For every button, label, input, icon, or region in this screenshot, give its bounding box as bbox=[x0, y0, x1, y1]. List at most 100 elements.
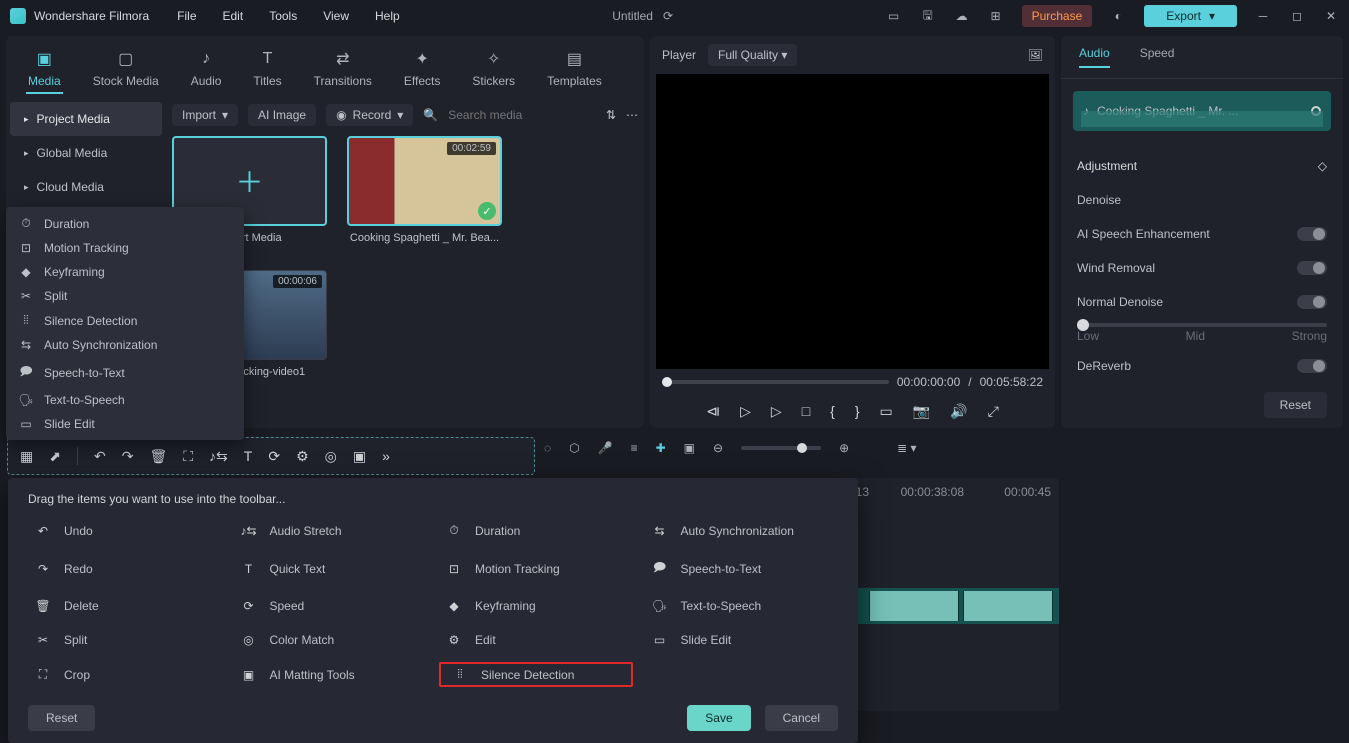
item-duration[interactable]: ⏱Duration bbox=[439, 518, 633, 543]
ai-matting-icon[interactable]: ▣ bbox=[353, 448, 366, 465]
zoom-slider[interactable] bbox=[741, 446, 821, 450]
clip-tile-1[interactable]: 00:02:59 ✓ Cooking Spaghetti _ Mr. Bea..… bbox=[347, 136, 502, 244]
item-audio-stretch[interactable]: ♪⇆Audio Stretch bbox=[234, 518, 428, 543]
more-icon[interactable]: ⋯ bbox=[626, 108, 638, 122]
tab-audio-inspector[interactable]: Audio bbox=[1079, 46, 1110, 68]
redo-icon[interactable]: ↷ bbox=[122, 448, 134, 465]
save-icon[interactable]: 🖫 bbox=[920, 8, 936, 24]
zoom-out-icon[interactable]: ⊖ bbox=[713, 441, 723, 455]
magnet-icon[interactable]: ⬡ bbox=[569, 441, 579, 455]
delete-icon[interactable]: 🗑 bbox=[149, 448, 167, 465]
sidebar-global-media[interactable]: ▸Global Media bbox=[10, 136, 162, 170]
menu-file[interactable]: File bbox=[177, 9, 196, 23]
tab-speed-inspector[interactable]: Speed bbox=[1140, 46, 1175, 68]
item-motion-tracking[interactable]: ⊡Motion Tracking bbox=[439, 553, 633, 584]
prev-frame-icon[interactable]: ⧏ bbox=[706, 403, 720, 420]
purchase-button[interactable]: Purchase bbox=[1022, 5, 1093, 27]
layout-icon[interactable]: ▭ bbox=[886, 8, 902, 24]
tab-stickers[interactable]: ✧Stickers bbox=[470, 44, 517, 94]
timeline-clip[interactable] bbox=[963, 591, 1053, 621]
item-crop[interactable]: ⛶Crop bbox=[28, 662, 222, 687]
crop-icon[interactable]: ⛶ bbox=[183, 448, 193, 465]
tab-stock-media[interactable]: ▢Stock Media bbox=[91, 44, 161, 94]
normal-denoise-toggle[interactable] bbox=[1297, 295, 1327, 309]
minimize-icon[interactable]: ─ bbox=[1255, 9, 1271, 23]
undo-icon[interactable]: ↶ bbox=[94, 448, 106, 465]
ctx-slide-edit[interactable]: ▭Slide Edit bbox=[6, 412, 244, 436]
ctx-silence-detection[interactable]: ⦙⦙Silence Detection bbox=[6, 308, 244, 333]
dereverb-toggle[interactable] bbox=[1297, 359, 1327, 373]
menu-view[interactable]: View bbox=[323, 9, 349, 23]
maximize-icon[interactable]: ◻ bbox=[1289, 9, 1305, 23]
search-input[interactable] bbox=[448, 108, 558, 122]
tab-transitions[interactable]: ⇄Transitions bbox=[312, 44, 374, 94]
ctx-motion-tracking[interactable]: ⊡Motion Tracking bbox=[6, 236, 244, 260]
item-undo[interactable]: ↶Undo bbox=[28, 518, 222, 543]
snapshot-frame-icon[interactable]: 🖼 bbox=[1028, 48, 1043, 62]
audio-clip-chip[interactable]: ♪ Cooking Spaghetti _ Mr. ... bbox=[1073, 91, 1331, 131]
item-auto-sync[interactable]: ⇆Auto Synchronization bbox=[645, 518, 839, 543]
item-slide-edit[interactable]: ▭Slide Edit bbox=[645, 628, 839, 652]
apps-icon[interactable]: ⊞ bbox=[988, 8, 1004, 24]
play-backward-icon[interactable]: ▷ bbox=[740, 403, 751, 420]
quick-text-icon[interactable]: T bbox=[244, 448, 253, 464]
fullscreen-icon[interactable]: ⤢ bbox=[988, 403, 999, 420]
tab-titles[interactable]: TTitles bbox=[251, 44, 283, 94]
speed-icon[interactable]: ⟳ bbox=[268, 448, 280, 465]
tab-templates[interactable]: ▤Templates bbox=[545, 44, 604, 94]
item-delete[interactable]: 🗑Delete bbox=[28, 594, 222, 618]
ctx-duration[interactable]: ⏱Duration bbox=[6, 211, 244, 236]
wind-removal-toggle[interactable] bbox=[1297, 261, 1327, 275]
custom-toolbar-dropzone[interactable]: ▦ ⬈ ↶ ↷ 🗑 ⛶ ♪⇆ T ⟳ ⚙ ◎ ▣ » bbox=[7, 437, 535, 475]
player-viewport[interactable] bbox=[656, 74, 1049, 369]
marker-add-icon[interactable]: ◌ bbox=[544, 441, 551, 455]
cloud-icon[interactable]: ☁ bbox=[954, 8, 970, 24]
ctx-auto-sync[interactable]: ⇆Auto Synchronization bbox=[6, 333, 244, 357]
filter-icon[interactable]: ⇅ bbox=[606, 108, 616, 122]
menu-help[interactable]: Help bbox=[375, 9, 400, 23]
item-silence-detection[interactable]: ⦙⦙Silence Detection bbox=[439, 662, 633, 687]
export-button[interactable]: Export▾ bbox=[1144, 5, 1237, 27]
denoise-header[interactable]: Denoise bbox=[1077, 183, 1327, 217]
import-button[interactable]: Import▾ bbox=[172, 104, 238, 126]
menu-tools[interactable]: Tools bbox=[269, 9, 297, 23]
tab-audio[interactable]: ♪Audio bbox=[189, 44, 224, 94]
customize-cancel-button[interactable]: Cancel bbox=[765, 705, 838, 731]
item-speed[interactable]: ⟳Speed bbox=[234, 594, 428, 618]
snapshot-icon[interactable]: ▣ bbox=[684, 441, 695, 455]
ai-image-button[interactable]: AI Image bbox=[248, 104, 316, 126]
item-ai-matting[interactable]: ▣AI Matting Tools bbox=[234, 662, 428, 687]
stop-icon[interactable]: □ bbox=[802, 403, 810, 420]
volume-icon[interactable]: 🔊 bbox=[950, 403, 967, 420]
diamond-icon[interactable]: ◇ bbox=[1318, 159, 1327, 173]
mic-icon[interactable]: 🎤 bbox=[598, 441, 613, 455]
inspector-reset-button[interactable]: Reset bbox=[1264, 392, 1327, 418]
item-quick-text[interactable]: TQuick Text bbox=[234, 553, 428, 584]
tab-effects[interactable]: ✦Effects bbox=[402, 44, 442, 94]
item-text-to-speech[interactable]: 🗣Text-to-Speech bbox=[645, 594, 839, 618]
record-button[interactable]: ◉Record▾ bbox=[326, 104, 413, 126]
camera-icon[interactable]: 📷 bbox=[913, 403, 930, 420]
customize-save-button[interactable]: Save bbox=[687, 705, 750, 731]
ctx-text-to-speech[interactable]: 🗣Text-to-Speech bbox=[6, 388, 244, 412]
item-color-match[interactable]: ◎Color Match bbox=[234, 628, 428, 652]
item-split[interactable]: ✂Split bbox=[28, 628, 222, 652]
player-scrubber[interactable] bbox=[662, 380, 889, 384]
display-icon[interactable]: ▭ bbox=[880, 403, 893, 420]
timeline-clip[interactable] bbox=[869, 591, 959, 621]
track-layout-icon[interactable]: ≣ ▾ bbox=[897, 441, 916, 455]
ctx-split[interactable]: ✂Split bbox=[6, 284, 244, 308]
mixer-icon[interactable]: ≡ bbox=[631, 441, 638, 455]
quality-select[interactable]: Full Quality ▾ bbox=[708, 44, 797, 66]
adjustment-section[interactable]: Adjustment◇ bbox=[1077, 149, 1327, 183]
zoom-in-icon[interactable]: ⊕ bbox=[839, 441, 849, 455]
color-match-icon[interactable]: ◎ bbox=[325, 448, 337, 465]
sidebar-cloud-media[interactable]: ▸Cloud Media bbox=[10, 170, 162, 204]
expand-icon[interactable]: » bbox=[382, 448, 390, 464]
item-redo[interactable]: ↷Redo bbox=[28, 553, 222, 584]
tab-media[interactable]: ▣Media bbox=[26, 44, 63, 94]
item-speech-to-text[interactable]: 🗩Speech-to-Text bbox=[645, 553, 839, 584]
mark-in-icon[interactable]: { bbox=[830, 403, 835, 420]
avatar-icon[interactable]: ◐ bbox=[1110, 8, 1126, 24]
refresh-icon[interactable]: ⟳ bbox=[663, 9, 673, 23]
